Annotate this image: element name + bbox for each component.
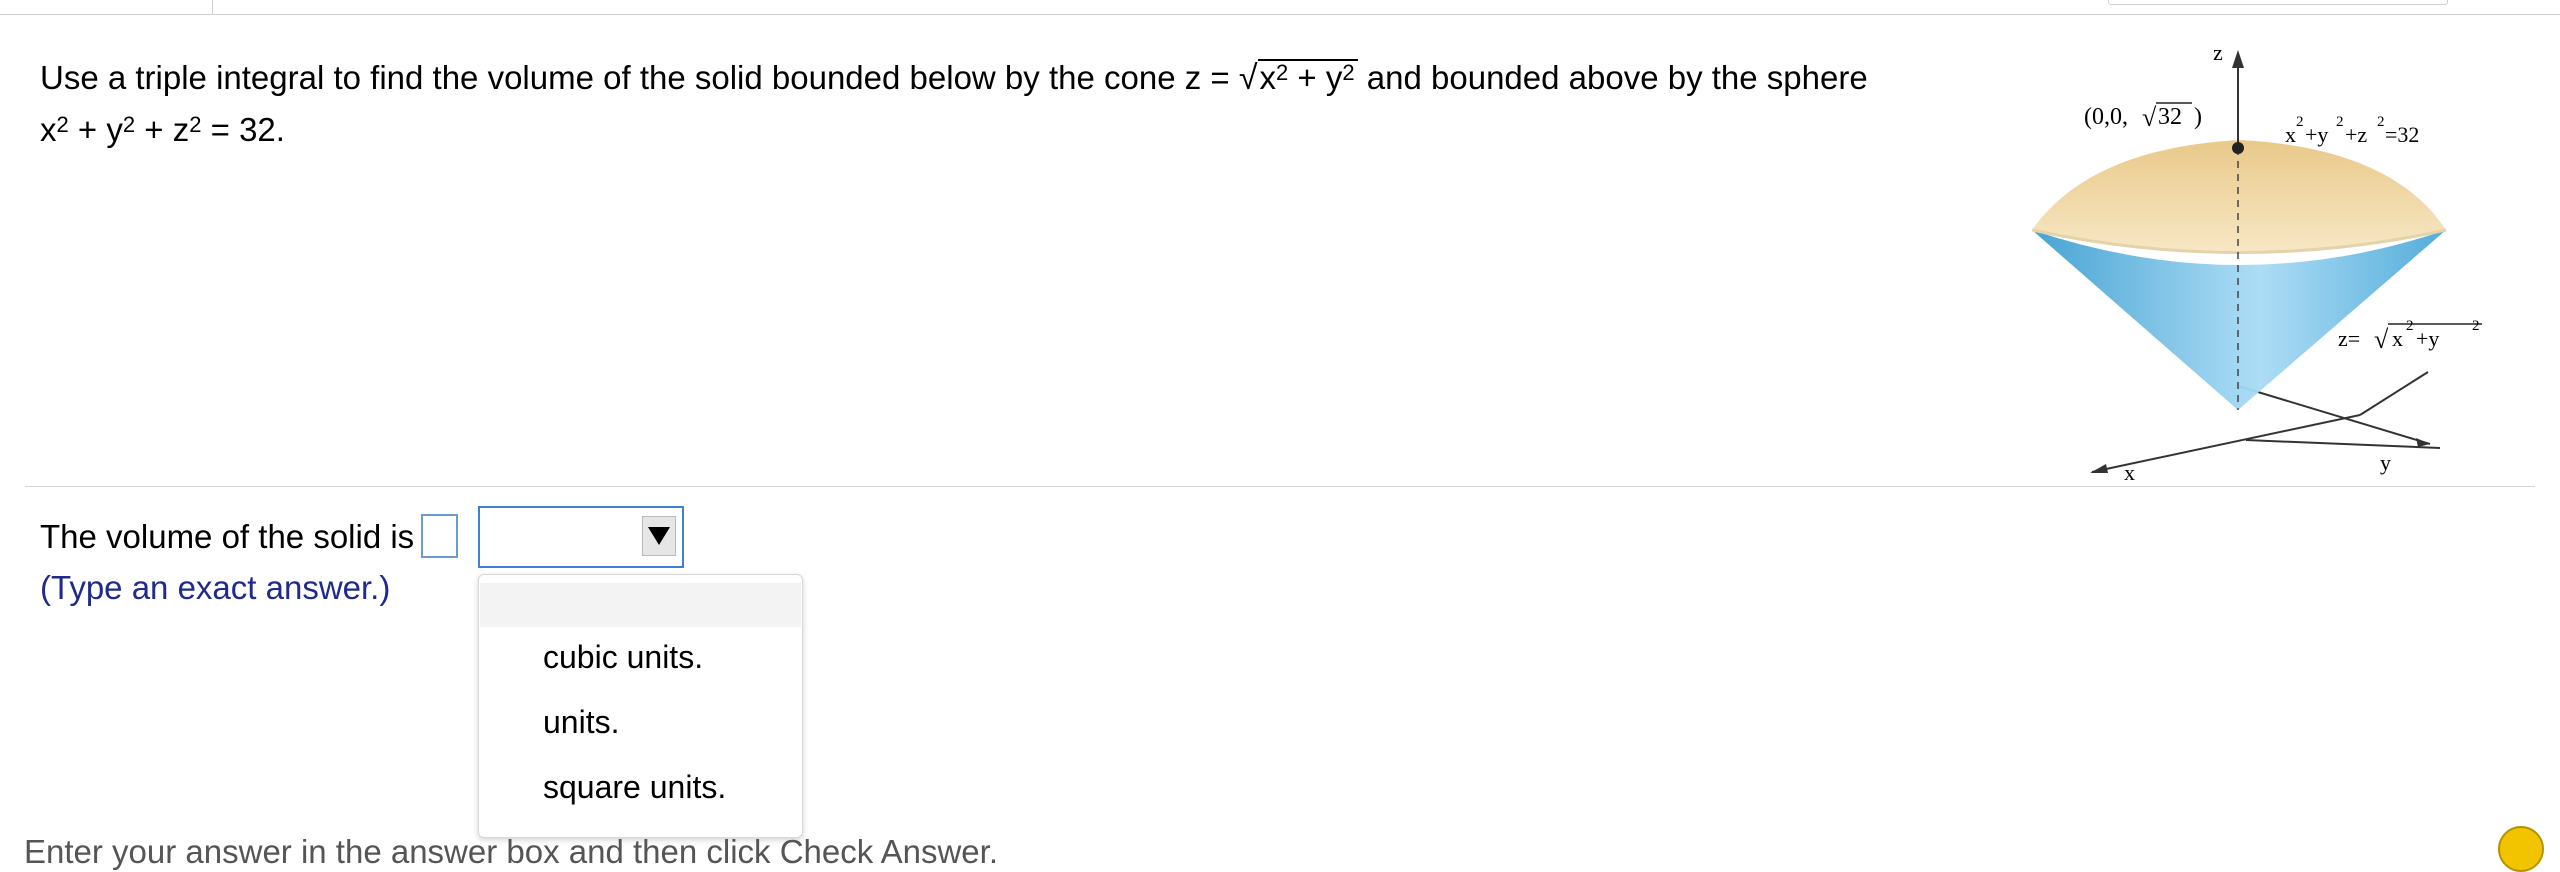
volume-answer-input[interactable]	[421, 514, 458, 558]
x-axis-label: x	[2124, 460, 2135, 485]
option-cubic-units[interactable]: cubic units.	[543, 637, 703, 677]
apex-label-sqrt: √	[2142, 103, 2157, 132]
sphere-label-y: +y	[2305, 122, 2328, 147]
apex-point-label: (0,0, √ 32 )	[2084, 102, 2202, 132]
sphere-label-z: +z	[2345, 122, 2367, 147]
sphere-label-x-exp: 2	[2296, 114, 2304, 130]
answer-hint: (Type an exact answer.)	[40, 569, 391, 606]
option-units[interactable]: units.	[543, 702, 619, 742]
sphere-eq-z: + z	[135, 111, 190, 148]
triangle-down-icon	[648, 527, 670, 545]
z-axis-arrow	[2232, 50, 2244, 68]
top-tab-edge	[2108, 0, 2448, 5]
y-axis-line-3	[2245, 439, 2441, 449]
apex-label-radicand: 32	[2158, 104, 2182, 130]
radicand-exp-2: 2	[1342, 60, 1355, 85]
section-divider	[25, 486, 2535, 487]
sphere-label-end: =32	[2385, 122, 2419, 147]
sphere-label-y-exp: 2	[2336, 114, 2344, 130]
question-suffix: and bounded above by the sphere	[1366, 59, 1868, 96]
help-button[interactable]	[2498, 826, 2544, 872]
sphere-label-z-exp: 2	[2377, 114, 2385, 130]
radicand-x: x	[1259, 59, 1277, 96]
sphere-eq-y-exp: 2	[122, 112, 136, 137]
unit-dropdown-menu: cubic units. units. square units.	[478, 574, 803, 838]
cone-label-x-exp: 2	[2406, 318, 2414, 334]
cone-surface	[2032, 230, 2446, 410]
unit-select[interactable]	[478, 506, 684, 568]
question-line-1: Use a triple integral to find the volume…	[40, 52, 1868, 104]
top-border	[0, 14, 2560, 15]
apex-point	[2232, 142, 2244, 154]
sqrt-sign: √	[1238, 59, 1258, 97]
cone-label-x: x	[2392, 326, 2403, 351]
instruction-footer: Enter your answer in the answer box and …	[24, 833, 998, 870]
sphere-eq-x-exp: 2	[56, 112, 69, 137]
sphere-label-x: x	[2285, 122, 2296, 147]
cone-label-prefix: z=	[2338, 326, 2360, 351]
dropdown-blank-option[interactable]	[480, 583, 801, 627]
cone-radical: x2 + y2	[1257, 59, 1358, 96]
y-axis-label: y	[2380, 450, 2391, 475]
apex-label-prefix: (0,0,	[2084, 104, 2128, 130]
question-text: Use a triple integral to find the volume…	[40, 52, 1868, 156]
z-axis-label: z	[2213, 40, 2223, 65]
sphere-eq-end: = 32.	[201, 111, 285, 148]
question-line-2: x2 + y2 + z2 = 32.	[40, 104, 1868, 156]
top-divider-tick	[212, 0, 213, 14]
cone-equation-label: z= √ x 2 +y 2	[2338, 318, 2482, 354]
sphere-cap	[2032, 140, 2446, 253]
y-axis-line-2	[2359, 371, 2429, 416]
apex-label-suffix: )	[2194, 104, 2202, 130]
radicand-y: + y	[1288, 59, 1343, 96]
dropdown-arrow-button[interactable]	[642, 516, 676, 556]
option-square-units[interactable]: square units.	[543, 767, 726, 807]
radicand-exp-1: 2	[1276, 60, 1289, 85]
answer-label: The volume of the solid is	[40, 518, 415, 555]
cone-label-sqrt: √	[2374, 325, 2389, 354]
figure-svg: z x y (0,0, √ 32 ) x 2 +y 2 +z 2 =32 z= …	[2031, 40, 2482, 485]
question-prefix: Use a triple integral to find the volume…	[40, 59, 1230, 96]
sphere-eq-x: x	[40, 111, 57, 148]
x-axis-arrow	[2090, 464, 2108, 473]
cone-sphere-figure: z x y (0,0, √ 32 ) x 2 +y 2 +z 2 =32 z= …	[2020, 30, 2520, 490]
sphere-eq-z-exp: 2	[189, 112, 202, 137]
cone-label-y-exp: 2	[2472, 318, 2480, 334]
sphere-eq-y: + y	[68, 111, 123, 148]
sphere-equation-label: x 2 +y 2 +z 2 =32	[2285, 114, 2419, 147]
cone-label-y: +y	[2416, 326, 2439, 351]
